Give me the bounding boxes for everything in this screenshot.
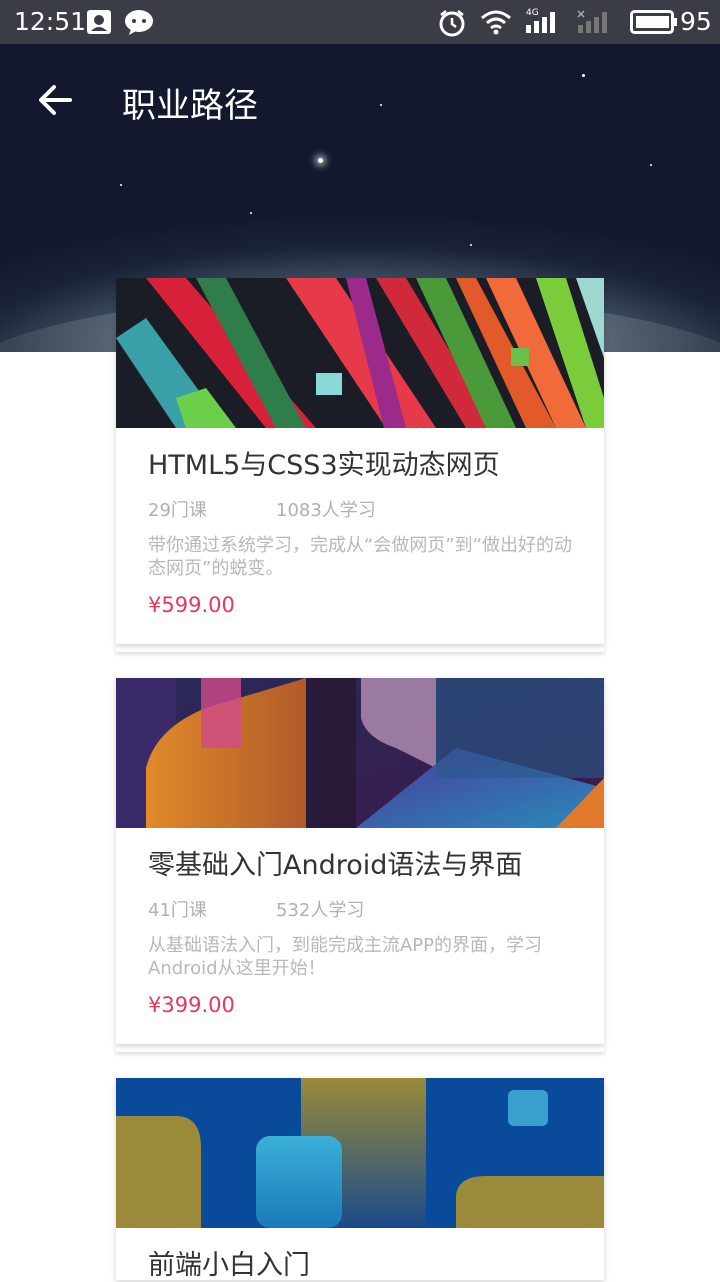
star bbox=[250, 212, 252, 214]
alarm-icon bbox=[439, 10, 465, 37]
course-card[interactable]: 零基础入门Android语法与界面 41门课 532人学习 从基础语法入门，到能… bbox=[116, 678, 604, 1044]
qq-icon bbox=[87, 10, 111, 34]
wifi-icon bbox=[481, 10, 511, 35]
course-title: 前端小白入门 bbox=[148, 1250, 310, 1281]
course-title: HTML5与CSS3实现动态网页 bbox=[148, 450, 500, 481]
learner-count: 532人学习 bbox=[276, 900, 365, 921]
star bbox=[470, 244, 472, 246]
course-card[interactable]: 前端小白入门 bbox=[116, 1078, 604, 1281]
card-stack-edge bbox=[116, 1046, 604, 1052]
course-thumbnail bbox=[116, 678, 604, 828]
star bbox=[380, 104, 382, 106]
signal-icon bbox=[526, 12, 555, 33]
course-price: ¥599.00 bbox=[148, 593, 235, 617]
star bbox=[650, 164, 652, 166]
lesson-count: 41门课 bbox=[148, 900, 207, 921]
course-description: 带你通过系统学习，完成从“会做网页”到“做出好的动态网页”的蜕变。 bbox=[148, 535, 572, 579]
status-bar: 12:51 4G 95 bbox=[0, 0, 720, 44]
star bbox=[318, 158, 323, 163]
signal-icon-2 bbox=[577, 10, 607, 33]
lesson-count: 29门课 bbox=[148, 500, 207, 521]
page-title: 职业路径 bbox=[122, 86, 258, 126]
course-title: 零基础入门Android语法与界面 bbox=[148, 850, 523, 881]
star bbox=[120, 184, 122, 186]
battery-level: 95 bbox=[680, 7, 712, 36]
course-description: 从基础语法入门，到能完成主流APP的界面，学习Android从这里开始！ bbox=[148, 935, 543, 979]
battery-icon bbox=[630, 10, 677, 34]
status-time: 12:51 bbox=[14, 7, 87, 36]
course-price: ¥399.00 bbox=[148, 993, 235, 1017]
course-card[interactable]: HTML5与CSS3实现动态网页 29门课 1083人学习 带你通过系统学习，完… bbox=[116, 278, 604, 644]
course-thumbnail bbox=[116, 278, 604, 428]
course-thumbnail bbox=[116, 1078, 604, 1228]
star bbox=[582, 74, 585, 77]
learner-count: 1083人学习 bbox=[276, 500, 376, 521]
back-arrow-icon[interactable] bbox=[36, 80, 76, 120]
card-stack-edge bbox=[116, 646, 604, 652]
wechat-icon bbox=[125, 10, 153, 35]
